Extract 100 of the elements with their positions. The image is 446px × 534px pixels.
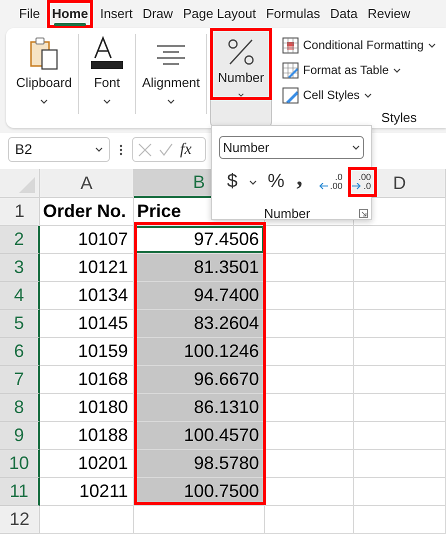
grid-cell[interactable]: 10145 bbox=[40, 310, 134, 338]
grid-cell[interactable] bbox=[265, 366, 354, 394]
grid-cell[interactable]: 98.5780 bbox=[134, 450, 265, 478]
grid-cell[interactable]: 10121 bbox=[40, 254, 134, 282]
grid-cell[interactable]: 10188 bbox=[40, 422, 134, 450]
column-title: Order No. bbox=[43, 200, 126, 223]
grid-cell[interactable] bbox=[265, 506, 354, 534]
row-header[interactable]: 9 bbox=[0, 422, 40, 450]
group-button[interactable]: Clipboard bbox=[16, 34, 72, 104]
ribbon-tab[interactable]: Home bbox=[46, 0, 94, 28]
ribbon-tab[interactable]: Formulas bbox=[260, 0, 326, 28]
row-header[interactable]: 6 bbox=[0, 338, 40, 366]
ribbon-tab[interactable]: Data bbox=[325, 0, 363, 28]
grid-cell[interactable] bbox=[354, 282, 446, 310]
row-header[interactable]: 11 bbox=[0, 478, 40, 506]
insert-function-button[interactable]: fx bbox=[180, 138, 192, 162]
currency-style-button[interactable]: $ bbox=[221, 167, 244, 197]
grid-cell[interactable] bbox=[265, 394, 354, 422]
name-box-text: B2 bbox=[15, 140, 32, 159]
clipboard-icon bbox=[29, 36, 59, 70]
row-header[interactable]: 2 bbox=[0, 226, 40, 254]
grid-cell[interactable] bbox=[265, 338, 354, 366]
table-cell-text: 10168 bbox=[78, 368, 128, 391]
grid-cell[interactable]: 10211 bbox=[40, 478, 134, 506]
grid-cell[interactable] bbox=[265, 282, 354, 310]
group-label: Font bbox=[94, 74, 120, 92]
ribbon-tab[interactable]: Draw bbox=[138, 0, 178, 28]
grid-cell[interactable]: 100.1246 bbox=[134, 338, 265, 366]
grid-cell[interactable]: 97.4506 bbox=[134, 226, 265, 254]
grid-cell[interactable]: 10180 bbox=[40, 394, 134, 422]
grid-cell[interactable]: 10168 bbox=[40, 366, 134, 394]
grid-cell[interactable]: 10201 bbox=[40, 450, 134, 478]
grid-cell[interactable] bbox=[354, 310, 446, 338]
grid-cell[interactable]: 10159 bbox=[40, 338, 134, 366]
chevron-icon bbox=[167, 98, 175, 104]
table-cell-text: 10134 bbox=[78, 284, 128, 307]
grid-cell[interactable] bbox=[354, 506, 446, 534]
ribbon-tab[interactable]: File bbox=[14, 0, 45, 28]
ribbon-tab[interactable]: Insert bbox=[95, 0, 138, 28]
font-color-icon bbox=[90, 36, 124, 70]
grid-cell[interactable]: 10107 bbox=[40, 226, 134, 254]
grid-cell[interactable] bbox=[134, 506, 265, 534]
group-button[interactable]: Alignment bbox=[142, 34, 200, 104]
grid-cell[interactable]: 86.1310 bbox=[134, 394, 265, 422]
ribbon-menu-button[interactable]: Conditional Formatting bbox=[282, 33, 446, 58]
ribbon-tab[interactable]: Review bbox=[362, 0, 416, 28]
group-button[interactable]: Font bbox=[90, 34, 124, 104]
grid-cell[interactable]: Order No. bbox=[40, 198, 134, 226]
grid-cell[interactable] bbox=[265, 310, 354, 338]
grid-cell[interactable]: 96.6670 bbox=[134, 366, 265, 394]
grid-cell[interactable] bbox=[354, 366, 446, 394]
select-all-corner[interactable] bbox=[0, 169, 40, 198]
table-cell-text: 86.1310 bbox=[194, 396, 259, 419]
grid-cell[interactable] bbox=[265, 254, 354, 282]
row-header[interactable]: 10 bbox=[0, 450, 40, 478]
grid-cell[interactable] bbox=[265, 450, 354, 478]
grid-cell[interactable] bbox=[265, 226, 354, 254]
decrease-decimal-button[interactable]: .00 .0 bbox=[348, 167, 377, 197]
row-header[interactable]: 4 bbox=[0, 282, 40, 310]
column-header[interactable]: A bbox=[40, 169, 134, 198]
ribbon-menu-button[interactable]: Format as Table bbox=[282, 58, 446, 83]
check-icon bbox=[159, 142, 173, 156]
ribbon-tab[interactable]: Page Layout bbox=[178, 0, 261, 28]
chevron-icon bbox=[352, 145, 360, 150]
grid-cell[interactable]: 94.7400 bbox=[134, 282, 265, 310]
conditional-format-icon bbox=[282, 36, 299, 54]
table-cell-text: 81.3501 bbox=[194, 256, 259, 279]
table-cell-text: 100.4570 bbox=[184, 424, 259, 447]
grid-cell[interactable]: 100.4570 bbox=[134, 422, 265, 450]
grid-cell[interactable]: 10134 bbox=[40, 282, 134, 310]
row-header[interactable]: 3 bbox=[0, 254, 40, 282]
grid-cell[interactable] bbox=[354, 478, 446, 506]
table-cell-text: 10107 bbox=[78, 228, 128, 251]
format-dropdown[interactable]: Number bbox=[219, 136, 364, 159]
row-header[interactable]: 12 bbox=[0, 506, 40, 534]
name-box[interactable]: B2 bbox=[8, 137, 110, 162]
chevron-icon bbox=[364, 92, 372, 98]
column-title: Price bbox=[137, 200, 182, 223]
row-header[interactable]: 5 bbox=[0, 310, 40, 338]
grid-cell[interactable] bbox=[354, 450, 446, 478]
row-header[interactable]: 1 bbox=[0, 198, 40, 226]
ribbon-menu-button[interactable]: Cell Styles bbox=[282, 82, 446, 108]
table-cell-text: 10121 bbox=[78, 256, 128, 279]
grid-cell[interactable] bbox=[265, 478, 354, 506]
grid-cell[interactable]: 81.3501 bbox=[134, 254, 265, 282]
table-cell-text: 96.6670 bbox=[194, 368, 259, 391]
grid-cell[interactable]: 83.2604 bbox=[134, 310, 265, 338]
grid-cell[interactable] bbox=[354, 338, 446, 366]
table-cell-text: 10201 bbox=[78, 452, 128, 475]
grid-cell[interactable] bbox=[354, 422, 446, 450]
grid-cell[interactable] bbox=[354, 254, 446, 282]
grid-cell[interactable] bbox=[40, 506, 134, 534]
comma-style-button[interactable]: , bbox=[290, 167, 308, 197]
number-group-button[interactable]: Number bbox=[210, 28, 272, 128]
grid-cell[interactable] bbox=[265, 422, 354, 450]
grid-cell[interactable] bbox=[354, 394, 446, 422]
row-header[interactable]: 8 bbox=[0, 394, 40, 422]
row-header[interactable]: 7 bbox=[0, 366, 40, 394]
increase-decimal-button[interactable]: .0 .00 bbox=[316, 167, 348, 197]
grid-cell[interactable] bbox=[354, 226, 446, 254]
